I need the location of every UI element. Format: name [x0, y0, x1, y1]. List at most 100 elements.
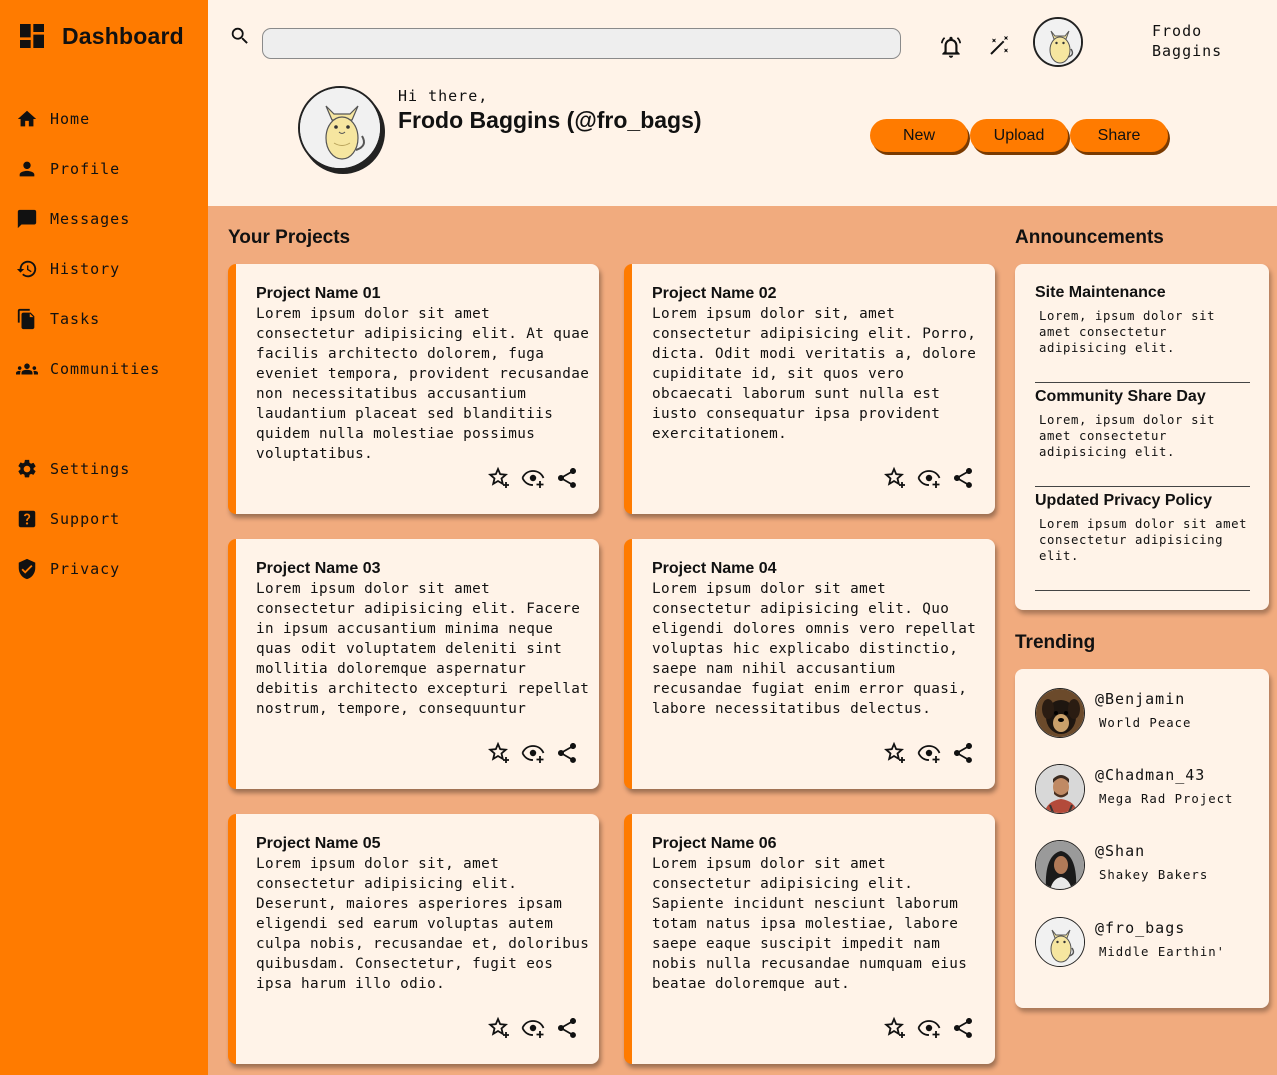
- project-card[interactable]: Project Name 04 Lorem ipsum dolor sit am…: [624, 539, 995, 789]
- announcement-body: Lorem, ipsum dolor sit amet consectetur …: [1039, 309, 1216, 355]
- avatar: [1035, 764, 1085, 814]
- person-avatar-image: [1036, 765, 1084, 813]
- sidebar-item-messages[interactable]: Messages: [16, 206, 130, 232]
- new-button[interactable]: New: [870, 119, 968, 152]
- project-title: Project Name 03: [256, 560, 381, 577]
- sidebar-item-profile[interactable]: Profile: [16, 156, 120, 182]
- project-card[interactable]: Project Name 01 Lorem ipsum dolor sit am…: [228, 264, 599, 514]
- card-actions: [487, 466, 579, 490]
- trending-project: Middle Earthin': [1099, 945, 1226, 959]
- sidebar-item-label: Privacy: [50, 560, 121, 578]
- user-last-name: Baggins: [1152, 42, 1223, 60]
- profile-full-name: Frodo Baggins (@fro_bags): [398, 107, 702, 133]
- user-first-name: Frodo: [1152, 22, 1203, 40]
- sidebar-item-support[interactable]: Support: [16, 506, 120, 532]
- sidebar-item-communities[interactable]: Communities: [16, 356, 160, 382]
- announcement-body: Lorem ipsum dolor sit amet consectetur a…: [1039, 517, 1248, 563]
- dashboard-icon: [20, 24, 44, 48]
- project-card[interactable]: Project Name 06 Lorem ipsum dolor sit am…: [624, 814, 995, 1064]
- watch-add-icon[interactable]: [917, 466, 941, 490]
- home-icon: [17, 110, 37, 127]
- search-icon[interactable]: [229, 25, 251, 47]
- sidebar-item-label: Support: [50, 510, 121, 528]
- trending-handle: @Benjamin: [1095, 690, 1186, 708]
- card-actions: [883, 1016, 975, 1040]
- star-add-icon[interactable]: [487, 1016, 511, 1040]
- bell-icon[interactable]: [938, 34, 964, 60]
- sidebar-item-settings[interactable]: Settings: [16, 456, 130, 482]
- star-add-icon[interactable]: [883, 741, 907, 765]
- star-add-icon[interactable]: [487, 741, 511, 765]
- announcements-title: Announcements: [1015, 227, 1164, 248]
- sidebar-item-privacy[interactable]: Privacy: [16, 556, 120, 582]
- sidebar-item-home[interactable]: Home: [16, 106, 90, 132]
- trending-handle: @Shan: [1095, 842, 1146, 860]
- project-card[interactable]: Project Name 03 Lorem ipsum dolor sit am…: [228, 539, 599, 789]
- person-icon: [19, 161, 35, 177]
- profile-avatar[interactable]: [298, 86, 382, 170]
- project-card[interactable]: Project Name 02 Lorem ipsum dolor sit, a…: [624, 264, 995, 514]
- sidebar-item-label: Profile: [50, 160, 121, 178]
- shield-icon: [18, 558, 36, 580]
- announcement-item[interactable]: Updated Privacy Policy Lorem ipsum dolor…: [1035, 492, 1250, 591]
- watch-add-icon[interactable]: [521, 741, 545, 765]
- search-input[interactable]: [262, 28, 901, 59]
- chat-icon: [17, 209, 37, 229]
- share-icon[interactable]: [951, 466, 975, 490]
- card-actions: [883, 741, 975, 765]
- sidebar-item-history[interactable]: History: [16, 256, 120, 282]
- dog-avatar-image: [1036, 689, 1084, 737]
- project-title: Project Name 04: [652, 560, 777, 577]
- project-title: Project Name 06: [652, 835, 777, 852]
- announcement-item[interactable]: Site Maintenance Lorem, ipsum dolor sit …: [1035, 284, 1250, 383]
- star-add-icon[interactable]: [487, 466, 511, 490]
- watch-add-icon[interactable]: [521, 1016, 545, 1040]
- announcement-title: Updated Privacy Policy: [1035, 492, 1212, 509]
- sidebar-item-label: Communities: [50, 360, 161, 378]
- trending-item[interactable]: @fro_bags Middle Earthin': [1035, 917, 1225, 967]
- greeting: Hi there,: [398, 87, 489, 105]
- project-title: Project Name 02: [652, 285, 777, 302]
- trending-project: World Peace: [1099, 716, 1192, 730]
- trending-project: Shakey Bakers: [1099, 868, 1209, 882]
- share-button[interactable]: Share: [1070, 119, 1168, 152]
- brand[interactable]: Dashboard: [16, 20, 184, 52]
- cat-avatar-image: [300, 88, 380, 168]
- share-icon[interactable]: [555, 741, 579, 765]
- documents-icon: [17, 308, 35, 330]
- star-add-icon[interactable]: [883, 1016, 907, 1040]
- trending-handle: @Chadman_43: [1095, 766, 1206, 784]
- sidebar-item-label: Messages: [50, 210, 131, 228]
- trending-item[interactable]: @Benjamin World Peace: [1035, 688, 1191, 738]
- share-icon[interactable]: [555, 466, 579, 490]
- sidebar: Dashboard Home Profile Messages History …: [0, 0, 208, 1075]
- share-icon[interactable]: [951, 1016, 975, 1040]
- help-icon: [18, 510, 36, 528]
- top-username: Frodo Baggins: [1152, 21, 1222, 61]
- history-icon: [16, 260, 37, 278]
- watch-add-icon[interactable]: [521, 466, 545, 490]
- card-actions: [487, 1016, 579, 1040]
- watch-add-icon[interactable]: [917, 1016, 941, 1040]
- share-icon[interactable]: [555, 1016, 579, 1040]
- cat-avatar-image: [1036, 918, 1084, 966]
- projects-title: Your Projects: [228, 227, 351, 248]
- trending-panel: @Benjamin World Peace @Chadman_43 Mega R…: [1015, 669, 1269, 1008]
- sidebar-item-tasks[interactable]: Tasks: [16, 306, 100, 332]
- card-actions: [883, 466, 975, 490]
- star-add-icon[interactable]: [883, 466, 907, 490]
- watch-add-icon[interactable]: [917, 741, 941, 765]
- trending-item[interactable]: @Chadman_43 Mega Rad Project: [1035, 764, 1233, 814]
- top-avatar[interactable]: [1033, 17, 1083, 67]
- announcements-panel: Site Maintenance Lorem, ipsum dolor sit …: [1015, 264, 1269, 610]
- project-description: Lorem ipsum dolor sit amet consectetur a…: [652, 581, 977, 717]
- upload-button[interactable]: Upload: [970, 119, 1068, 152]
- project-card[interactable]: Project Name 05 Lorem ipsum dolor sit, a…: [228, 814, 599, 1064]
- announcement-title: Site Maintenance: [1035, 284, 1166, 301]
- group-icon: [16, 363, 38, 375]
- share-icon[interactable]: [951, 741, 975, 765]
- theme-toggle-icon[interactable]: [987, 34, 1011, 58]
- project-title: Project Name 05: [256, 835, 381, 852]
- trending-item[interactable]: @Shan Shakey Bakers: [1035, 840, 1208, 890]
- announcement-item[interactable]: Community Share Day Lorem, ipsum dolor s…: [1035, 388, 1250, 487]
